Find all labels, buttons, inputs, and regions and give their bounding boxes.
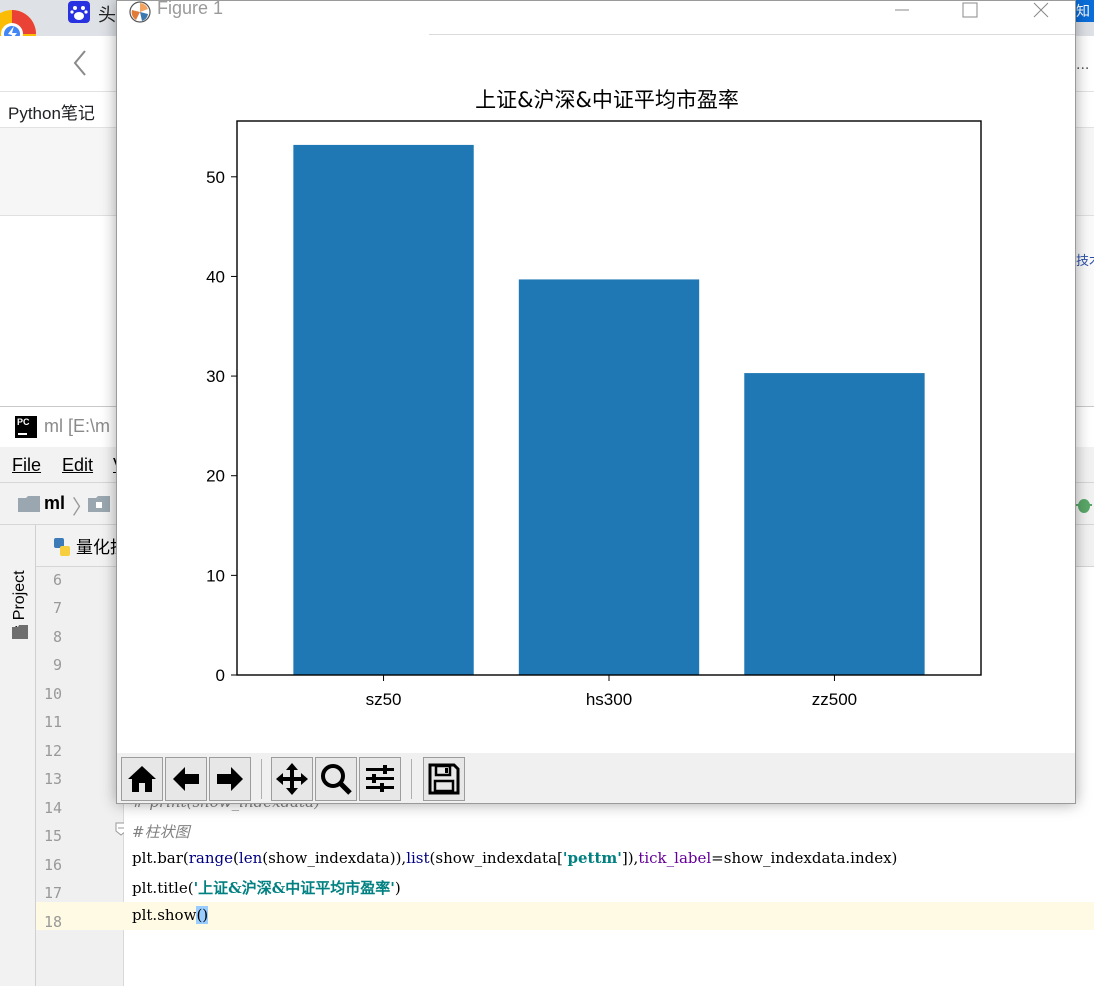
zoom-icon [321, 764, 352, 795]
desktop: 头 知 ... Python笔记 技术 PC ml [E:\m File Edi… [0, 0, 1094, 986]
folder-icon [18, 496, 40, 512]
x-tick-label: hs300 [586, 690, 632, 709]
line-number-gutter: 6 7 8 9 10 11 12 13 14 15 16 17 18 [36, 567, 127, 986]
line-number: 9 [52, 656, 62, 674]
line-number: 8 [52, 628, 62, 646]
forward-arrow-icon [217, 767, 243, 791]
chart-title: 上证&沪深&中证平均市盈率 [475, 88, 739, 112]
save-button[interactable] [423, 757, 465, 801]
line-number: 14 [43, 799, 62, 817]
x-tick-label: sz50 [366, 690, 402, 709]
y-tick-label: 40 [206, 267, 225, 286]
browser-right-strip [1076, 216, 1094, 406]
caret-row-highlight [124, 902, 1094, 930]
close-icon[interactable] [1024, 0, 1058, 25]
code-line-18: plt.show() [132, 906, 209, 924]
back-arrow-icon [173, 767, 199, 791]
figure-window-title: Figure 1 [157, 0, 224, 18]
code-line-15: #柱状图 [132, 823, 190, 841]
forward-button[interactable] [209, 757, 251, 801]
code-line-16: plt.bar(range(len(show_indexdata)),list(… [132, 849, 898, 867]
back-button[interactable] [165, 757, 207, 801]
minimize-icon[interactable] [885, 0, 919, 25]
code-line-17: plt.title('上证&沪深&中证平均市盈率') [132, 879, 401, 897]
browser-ellipsis[interactable]: ... [1076, 56, 1089, 74]
figure-toolbar [117, 753, 1075, 803]
bar-sz50 [293, 144, 474, 675]
y-tick-label: 20 [206, 467, 225, 486]
home-button[interactable] [121, 757, 163, 801]
debug-bug-icon[interactable] [1074, 495, 1094, 515]
zhihu-tab-badge[interactable]: 知 [1076, 0, 1094, 22]
bar-hs300 [518, 279, 700, 675]
browser-tab-label[interactable]: 头 [98, 1, 116, 27]
y-tick-label: 50 [206, 168, 225, 187]
line-number: 7 [52, 599, 62, 617]
line-number: 18 [43, 913, 62, 931]
figure-window: Figure 1 上证&沪深&中证平均市盈率 sz50 hs300 zz500 0 10… [116, 0, 1076, 804]
figure-canvas[interactable]: 上证&沪深&中证平均市盈率 sz50 hs300 zz500 0 10 20 30 40 50 [117, 35, 1075, 753]
line-number: 15 [43, 827, 62, 845]
browser-back-icon[interactable] [70, 48, 90, 78]
project-folder-icon[interactable] [12, 625, 28, 639]
line-number: 16 [43, 856, 62, 874]
toolbar-separator [411, 759, 412, 799]
line-number: 6 [52, 571, 62, 589]
baidu-icon [68, 1, 90, 23]
home-icon [128, 766, 156, 792]
y-tick-label: 10 [206, 566, 225, 585]
pan-icon [276, 763, 308, 795]
line-number: 11 [43, 713, 62, 731]
ide-window-title: ml [E:\m [44, 416, 110, 436]
package-folder-icon[interactable] [88, 496, 110, 512]
line-number: 12 [43, 742, 62, 760]
pan-button[interactable] [271, 757, 313, 801]
bookmark-python-notes[interactable]: Python笔记 [8, 99, 95, 124]
configure-subplots-button[interactable] [359, 757, 401, 801]
figure-title-bar: Figure 1 [117, 0, 1075, 35]
zoom-button[interactable] [315, 757, 357, 801]
y-tick-label: 0 [216, 666, 225, 685]
breadcrumb-ml[interactable]: ml [44, 493, 65, 514]
bar-chart: 上证&沪深&中证平均市盈率 sz50 hs300 zz500 0 10 20 30 40 50 [206, 88, 982, 709]
pycharm-logo-icon: PC [15, 416, 37, 438]
line-number: 13 [43, 770, 62, 788]
save-icon [428, 763, 460, 795]
line-number: 10 [43, 685, 62, 703]
menu-edit[interactable]: Edit [62, 455, 93, 476]
project-tab-label: 1: Project [11, 570, 28, 638]
menu-file[interactable]: File [12, 455, 41, 476]
browser-right-link[interactable]: 技术 [1076, 250, 1094, 269]
bar-zz500 [744, 373, 925, 675]
toolbar-separator [261, 759, 262, 799]
maximize-icon[interactable] [953, 0, 987, 25]
tool-window-sidebar: 1: Project [0, 525, 36, 986]
y-tick-label: 30 [206, 367, 225, 386]
configure-subplots-icon [366, 765, 394, 792]
x-tick-label: zz500 [812, 690, 857, 709]
matplotlib-logo-icon [129, 1, 151, 23]
python-file-icon [54, 538, 70, 556]
line-number: 17 [43, 884, 62, 902]
